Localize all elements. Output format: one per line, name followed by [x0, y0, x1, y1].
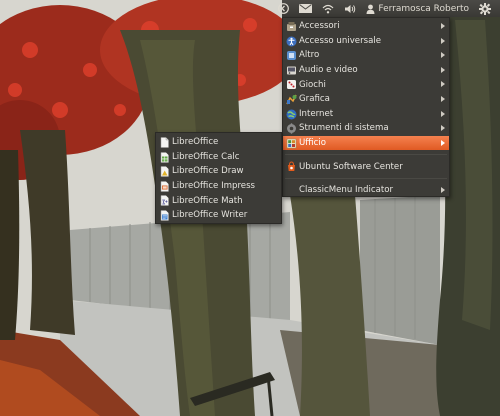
speaker-icon [345, 4, 356, 13]
graphics-icon [286, 94, 297, 105]
user-icon [366, 4, 375, 14]
classicmenu-icon [278, 3, 290, 14]
submenu-arrow-icon [441, 186, 445, 193]
menu-item-altro[interactable]: Altro [283, 48, 449, 63]
submenu-arrow-icon [441, 110, 445, 117]
submenu-item-libreoffice[interactable]: LibreOffice [156, 135, 281, 150]
games-icon [287, 80, 296, 90]
submenu-arrow-icon [441, 66, 445, 73]
submenu-arrow-icon [441, 95, 445, 102]
libreoffice-impress-icon [160, 181, 169, 192]
submenu-arrow-icon [441, 52, 445, 59]
top-panel: Ferramosca Roberto [0, 0, 500, 17]
submenu-item-libreoffice-calc[interactable]: LibreOffice Calc [156, 150, 281, 165]
submenu-item-libreoffice-math[interactable]: LibreOffice Math [156, 193, 281, 208]
network-menu-button[interactable] [317, 0, 339, 17]
menu-item-ubuntu-software-center[interactable]: Ubuntu Software Center [283, 159, 449, 174]
gear-icon [479, 2, 491, 15]
wifi-icon [322, 4, 334, 13]
internet-icon [286, 109, 297, 120]
messaging-menu-button[interactable] [294, 0, 317, 17]
sound-menu-button[interactable] [339, 0, 361, 17]
menu-item-audio-e-video[interactable]: Audio e video [283, 63, 449, 78]
classicmenu-indicator-button[interactable] [273, 0, 294, 17]
office-icon [286, 138, 297, 149]
libreoffice-math-icon [160, 195, 169, 207]
menu-separator [285, 154, 447, 156]
menu-item-ufficio[interactable]: Ufficio [283, 135, 449, 151]
submenu-item-libreoffice-draw[interactable]: LibreOffice Draw [156, 164, 281, 179]
system-tools-icon [287, 123, 296, 134]
menu-item-giochi[interactable]: Giochi [283, 77, 449, 92]
universal-access-icon [286, 36, 297, 47]
menu-item-grafica[interactable]: Grafica [283, 92, 449, 107]
libreoffice-writer-icon [160, 210, 169, 221]
submenu-arrow-icon [441, 23, 445, 29]
user-name-label: Ferramosca Roberto [378, 3, 469, 14]
submenu-arrow-icon [441, 81, 445, 88]
menu-item-internet[interactable]: Internet [283, 107, 449, 122]
menu-item-accessori[interactable]: Accessori [283, 19, 449, 34]
menu-item-strumenti-di-sistema[interactable]: Strumenti di sistema [283, 121, 449, 136]
session-menu-button[interactable] [474, 0, 496, 17]
submenu-item-libreoffice-impress[interactable]: LibreOffice Impress [156, 179, 281, 194]
menu-item-accesso-universale[interactable]: Accesso universale [283, 34, 449, 49]
submenu-arrow-icon [441, 139, 445, 146]
software-center-icon [288, 161, 295, 172]
classicmenu-dropdown: Accessori Accesso universale Altro Audio… [282, 17, 450, 197]
submenu-arrow-icon [441, 37, 445, 44]
audio-video-icon [287, 66, 296, 75]
submenu-arrow-icon [441, 125, 445, 132]
libreoffice-draw-icon [160, 166, 169, 177]
other-icon [287, 51, 296, 61]
office-submenu: LibreOffice LibreOffice Calc LibreOffice… [155, 132, 282, 224]
menu-item-classicmenu-indicator[interactable]: ClassicMenu Indicator [283, 183, 449, 198]
libreoffice-calc-icon [160, 151, 169, 163]
submenu-item-libreoffice-writer[interactable]: LibreOffice Writer [156, 208, 281, 223]
menu-separator [285, 177, 447, 179]
libreoffice-icon [160, 137, 169, 148]
system-tray: Ferramosca Roberto [273, 0, 496, 17]
envelope-icon [299, 4, 313, 13]
accessories-icon [287, 22, 296, 31]
user-menu-button[interactable]: Ferramosca Roberto [361, 0, 474, 17]
